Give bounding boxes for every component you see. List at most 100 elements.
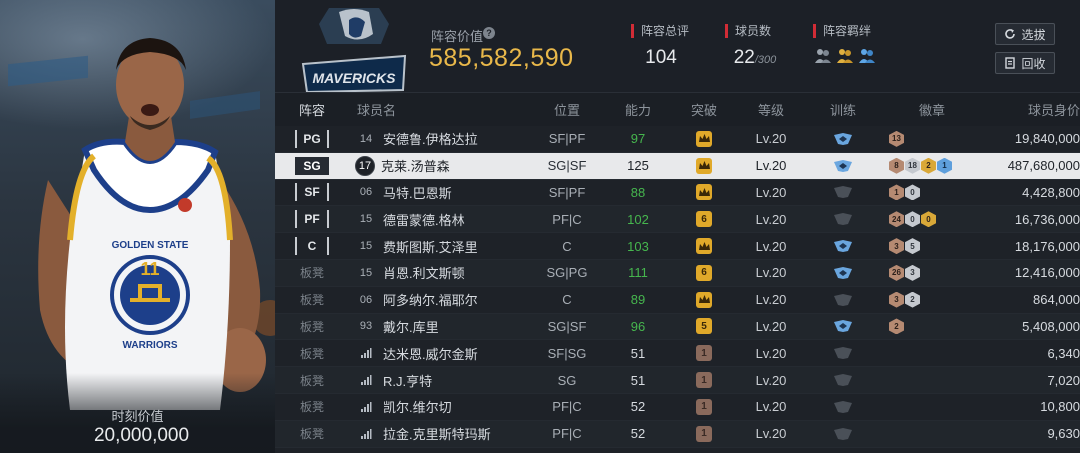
level-text: Lv.20 [755, 211, 787, 227]
row-player[interactable]: 15 费斯图斯.艾泽里 [349, 233, 525, 259]
row-badges[interactable] [885, 421, 979, 447]
row-player[interactable]: 17 克莱.汤普森 [349, 153, 525, 179]
row-badges[interactable]: 32 [885, 287, 979, 313]
question-circle-icon[interactable]: ? [483, 27, 495, 39]
row-breakthrough[interactable] [667, 180, 741, 206]
row-player[interactable]: 14 安德鲁.伊格达拉 [349, 126, 525, 152]
row-training[interactable] [801, 153, 885, 179]
row-breakthrough[interactable]: 1 [667, 394, 741, 420]
row-lineup-slot[interactable]: 板凳 [275, 394, 349, 420]
row-lineup-slot[interactable]: 板凳 [275, 421, 349, 447]
row-badges[interactable]: 10 [885, 180, 979, 206]
player-value: 10,800 [1040, 399, 1080, 415]
table-row[interactable]: PF 15 德雷蒙德.格林 PF|C 102 6 Lv.20 24 0 0 16… [275, 206, 1080, 234]
table-row[interactable]: 板凳 15 肖恩.利文斯顿 SG|PG 111 6 Lv.20 26 3 12,… [275, 259, 1080, 287]
row-breakthrough[interactable]: 1 [667, 367, 741, 393]
row-training[interactable] [801, 287, 885, 313]
row-breakthrough[interactable] [667, 153, 741, 179]
row-breakthrough[interactable] [667, 233, 741, 259]
row-player[interactable]: 06 阿多纳尔.福耶尔 [349, 287, 525, 313]
row-player[interactable]: 达米恩.威尔金斯 [349, 340, 525, 366]
position-text: SG [557, 372, 577, 388]
row-badges[interactable]: 24 0 0 [885, 206, 979, 232]
col-header-training[interactable]: 训练 [801, 93, 885, 126]
table-row[interactable]: SG 17 克莱.汤普森 SG|SF 125 Lv.20 8 18 2 1 48… [275, 152, 1080, 180]
col-header-value[interactable]: 球员身价 [979, 93, 1080, 126]
row-player[interactable]: 06 马特.巴恩斯 [349, 180, 525, 206]
col-header-position[interactable]: 位置 [525, 93, 609, 126]
row-badges[interactable]: 8 18 2 1 [885, 153, 979, 179]
bond-blue-people-icon[interactable] [857, 47, 877, 65]
row-training[interactable] [801, 314, 885, 340]
row-player[interactable]: 93 戴尔.库里 [349, 314, 525, 340]
row-lineup-slot[interactable]: 板凳 [275, 287, 349, 313]
table-row[interactable]: 板凳 06 阿多纳尔.福耶尔 C 89 Lv.20 3 2 864,000 [275, 287, 1080, 314]
col-header-breakthrough[interactable]: 突破 [667, 93, 741, 126]
row-breakthrough[interactable]: 1 [667, 421, 741, 447]
row-training[interactable] [801, 180, 885, 206]
row-badges[interactable] [885, 340, 979, 366]
col-header-ability[interactable]: 能力 [609, 93, 667, 126]
bronze-badge-icon: 8 [889, 157, 904, 174]
row-player[interactable]: 凯尔.维尔切 [349, 394, 525, 420]
row-position: SG [525, 367, 609, 393]
table-row[interactable]: PG 14 安德鲁.伊格达拉 SF|PF 97 Lv.20 13 19,840,… [275, 126, 1080, 153]
row-training[interactable] [801, 233, 885, 259]
row-breakthrough[interactable]: 1 [667, 340, 741, 366]
row-lineup-slot[interactable]: 板凳 [275, 367, 349, 393]
row-lineup-slot[interactable]: 板凳 [275, 260, 349, 286]
position-text: PF|C [552, 211, 582, 227]
row-lineup-slot[interactable]: SF [275, 180, 349, 206]
row-lineup-slot[interactable]: SG [275, 153, 349, 179]
table-row[interactable]: 板凳 R.J.亨特 SG 51 1 Lv.20 7,020 [275, 367, 1080, 394]
row-badges[interactable] [885, 367, 979, 393]
row-badges[interactable]: 2 [885, 314, 979, 340]
row-breakthrough[interactable]: 6 [667, 206, 741, 232]
row-badges[interactable] [885, 394, 979, 420]
row-lineup-slot[interactable]: PG [275, 126, 349, 152]
col-header-lineup[interactable]: 阵容 [275, 93, 349, 126]
table-row[interactable]: 板凳 凯尔.维尔切 PF|C 52 1 Lv.20 10,800 [275, 394, 1080, 421]
col-header-badges[interactable]: 徽章 [885, 93, 979, 126]
row-player[interactable]: 15 德雷蒙德.格林 [349, 206, 525, 232]
bond-gold-people-icon[interactable] [835, 47, 855, 65]
roster-table: 阵容 球员名 位置 能力 突破 等级 训练 徽章 球员身价 PG 14 安德鲁.… [275, 93, 1080, 453]
row-badges[interactable]: 35 [885, 233, 979, 259]
row-breakthrough[interactable]: 6 [667, 260, 741, 286]
row-training[interactable] [801, 206, 885, 232]
row-ability: 89 [609, 287, 667, 313]
row-training[interactable] [801, 367, 885, 393]
row-training[interactable] [801, 260, 885, 286]
table-row[interactable]: 板凳 拉金.克里斯特玛斯 PF|C 52 1 Lv.20 9,630 [275, 420, 1080, 448]
row-lineup-slot[interactable]: 板凳 [275, 314, 349, 340]
table-row[interactable]: 板凳 93 戴尔.库里 SG|SF 96 5 Lv.20 2 5,408,000 [275, 313, 1080, 341]
training-shield-active-icon [834, 320, 852, 333]
row-player[interactable]: 15 肖恩.利文斯顿 [349, 260, 525, 286]
row-player[interactable]: 拉金.克里斯特玛斯 [349, 421, 525, 447]
table-row[interactable]: C 15 费斯图斯.艾泽里 C 103 Lv.20 3 5 18,176,000 [275, 233, 1080, 260]
row-player[interactable]: R.J.亨特 [349, 367, 525, 393]
recycle-button[interactable]: 回收 [995, 52, 1055, 74]
filter-button[interactable]: 选拔 [995, 23, 1055, 45]
col-header-name[interactable]: 球员名 [349, 93, 525, 126]
row-position: SG|SF [525, 153, 609, 179]
bond-silver-people-icon[interactable] [813, 47, 833, 65]
position-text: SF|PF [548, 184, 586, 200]
row-training[interactable] [801, 340, 885, 366]
row-training[interactable] [801, 126, 885, 152]
row-lineup-slot[interactable]: PF [275, 206, 349, 232]
row-training[interactable] [801, 394, 885, 420]
player-name: 拉金.克里斯特玛斯 [383, 427, 491, 443]
row-lineup-slot[interactable]: C [275, 233, 349, 259]
row-lineup-slot[interactable]: 板凳 [275, 340, 349, 366]
table-row[interactable]: SF 06 马特.巴恩斯 SF|PF 88 Lv.20 1 0 4,428,80… [275, 180, 1080, 207]
row-training[interactable] [801, 421, 885, 447]
col-header-level[interactable]: 等级 [741, 93, 801, 126]
row-badges[interactable]: 26 3 [885, 260, 979, 286]
row-breakthrough[interactable] [667, 126, 741, 152]
crown-icon [696, 184, 712, 201]
row-breakthrough[interactable] [667, 287, 741, 313]
table-row[interactable]: 板凳 达米恩.威尔金斯 SF|SG 51 1 Lv.20 6,340 [275, 340, 1080, 368]
row-badges[interactable]: 13 [885, 126, 979, 152]
row-breakthrough[interactable]: 5 [667, 314, 741, 340]
